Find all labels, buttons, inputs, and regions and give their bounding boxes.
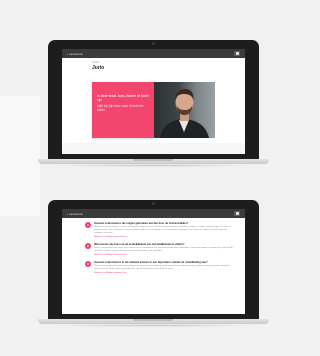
faq-question: Hoeveel ondernemers die vragen gebruiken… <box>94 222 189 225</box>
faq-number-badge: 1 <box>85 222 91 228</box>
site-header: • sessions <box>62 49 245 58</box>
background-panel <box>0 96 40 216</box>
laptop-shadow <box>48 164 259 167</box>
man-portrait-icon <box>160 89 209 138</box>
laptop-shadow <box>48 324 259 327</box>
faq-number-badge: 3 <box>85 260 91 267</box>
faq-item: 1 Hoeveel ondernemers die vragen gebruik… <box>85 222 235 239</box>
faq-item: 3 Hoeveel ondernemers in uw netwerk kunn… <box>85 260 235 275</box>
hamburger-menu-icon[interactable] <box>234 211 240 216</box>
faq-read-more-link[interactable]: Bekijk het volledige antwoord hier <box>94 236 235 239</box>
page-heading-block: Artikel Jurio <box>62 58 245 85</box>
faq-question: Hoeveel ondernemers in uw netwerk kunnen… <box>94 260 208 264</box>
page-footer-strip <box>62 143 245 154</box>
site-header: • sessions <box>62 209 245 218</box>
laptop-notch <box>133 159 173 161</box>
camera-icon <box>152 42 155 45</box>
laptop-screen: • sessions Artikel Jurio In deze tekst J… <box>62 49 245 154</box>
hero-headline: In deze tekst Jurio, Ahmet of Sabri zijn <box>97 94 149 103</box>
faq-answer: Nemo enim ipsam voluptatem quia voluptas… <box>94 265 231 271</box>
faq-item: 2 Wat moeten wij doen om de modelkabbels… <box>85 242 235 257</box>
laptop-lid: • sessions Artikel Jurio In deze tekst J… <box>48 40 259 159</box>
hero-subline: blijft bij zijn idee over Ahmet en Sabri… <box>97 104 144 113</box>
faq-number-badge: 2 <box>85 242 91 249</box>
site-logo[interactable]: • sessions <box>67 52 83 56</box>
hamburger-menu-icon[interactable] <box>234 51 240 56</box>
laptop-mockup-bottom: • sessions 1 Hoeveel ondernemers die vra… <box>38 200 269 327</box>
laptop-screen: • sessions 1 Hoeveel ondernemers die vra… <box>62 209 245 314</box>
faq-question: Wat moeten wij doen om de modelkabbels v… <box>94 242 185 246</box>
page-kicker: Artikel <box>92 61 99 64</box>
laptop-lid: • sessions 1 Hoeveel ondernemers die vra… <box>48 200 259 319</box>
laptop-notch <box>133 319 173 321</box>
faq-read-more-link[interactable]: Bekijk het volledige antwoord hier <box>94 272 235 275</box>
faq-answer: Sed ut perspiciatis unde omnis iste natu… <box>94 247 233 253</box>
camera-icon <box>152 202 155 205</box>
laptop-mockup-top: • sessions Artikel Jurio In deze tekst J… <box>38 40 269 167</box>
site-logo[interactable]: • sessions <box>67 212 83 216</box>
hero-text-panel: In deze tekst Jurio, Ahmet of Sabri zijn… <box>92 82 154 138</box>
page-title: Jurio <box>92 65 105 71</box>
faq-read-more-link[interactable]: Bekijk het volledige antwoord hier <box>94 254 235 257</box>
faq-answer: Mauris lorem ipsum dolor sit amet, conse… <box>94 226 232 235</box>
portrait-photo <box>154 82 215 138</box>
faq-list: 1 Hoeveel ondernemers die vragen gebruik… <box>62 218 245 275</box>
hero-section: In deze tekst Jurio, Ahmet of Sabri zijn… <box>92 82 215 138</box>
